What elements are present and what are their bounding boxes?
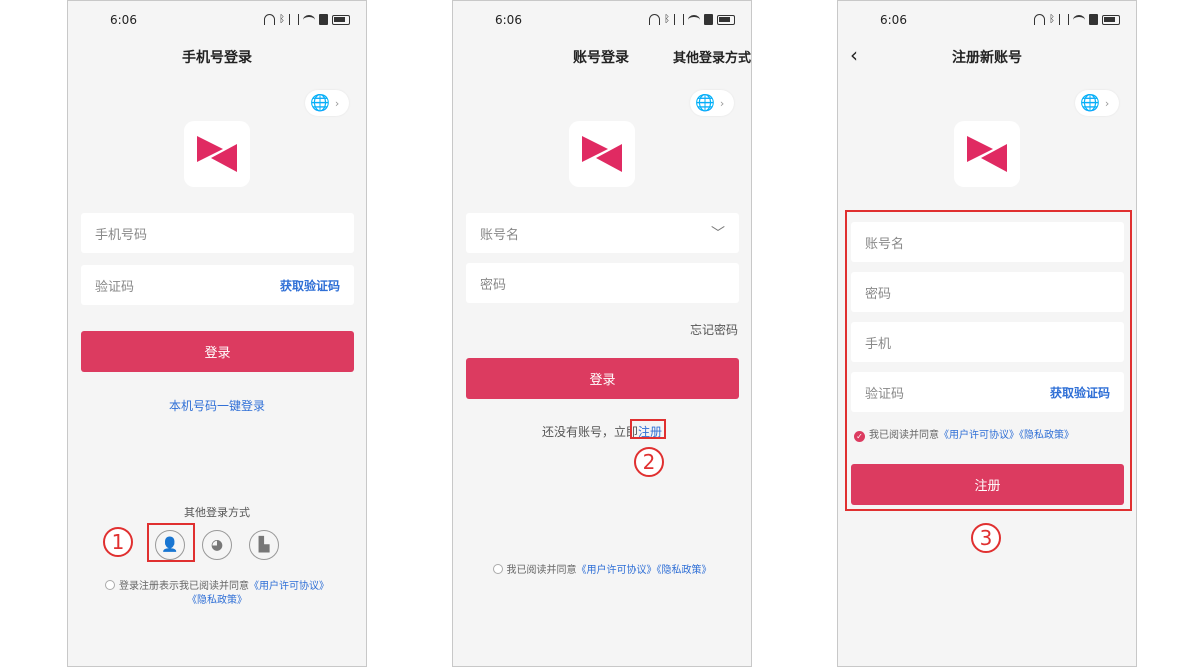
speed-icon [1034,14,1045,25]
globe-icon: 🌐 [310,93,330,112]
logo-mark-icon [967,136,1007,172]
wifi-icon [303,14,315,25]
speed-icon [649,14,660,25]
chevron-down-icon[interactable]: ﹀ [711,223,725,243]
wifi-icon [688,14,700,25]
login-button[interactable]: 登录 [466,358,739,399]
user-agreement-link[interactable]: 《用户许可协议》 [249,581,329,592]
language-button[interactable]: 🌐 › [1075,90,1119,116]
login-button[interactable]: 登录 [81,331,354,372]
speed-icon [264,14,275,25]
status-time: 6:06 [880,13,907,27]
privacy-policy-link[interactable]: 《隐私政策》 [657,565,712,576]
building-icon[interactable]: ▙ [249,530,279,560]
wifi-icon [1073,14,1085,25]
alt-login-link[interactable]: 其他登录方式 [673,47,751,66]
phone-screen-mobile-login: 6:06 ᛒ 手机号登录 🌐 › 手机号码 验证码 获取验证码 登录 本机号码一… [67,0,367,667]
status-icons: ᛒ [264,14,350,25]
language-button[interactable]: 🌐 › [305,90,349,116]
status-bar: 6:06 ᛒ [68,11,366,31]
highlight-account-icon [147,523,195,562]
other-methods-label: 其他登录方式 [184,506,250,519]
step-marker-2: 2 [634,447,664,477]
chevron-right-icon: › [1104,96,1110,110]
chevron-right-icon: › [719,96,725,110]
no-account-row: 还没有账号，立即注册 [453,423,751,440]
status-time: 6:06 [110,13,137,27]
step-marker-3: 3 [971,523,1001,553]
agreement-prefix: 登录注册表示我已阅读并同意 [119,581,249,592]
logo-mark-icon [582,136,622,172]
vibrate-icon [289,14,299,25]
battery-icon [717,14,735,25]
status-bar: 6:06 ᛒ [838,11,1136,31]
status-icons: ᛒ [649,14,735,25]
bluetooth-icon: ᛒ [1049,14,1055,25]
battery-icon [332,14,350,25]
code-placeholder: 验证码 [95,279,135,295]
app-logo [954,121,1020,187]
agree-radio[interactable] [105,580,115,590]
language-button[interactable]: 🌐 › [690,90,734,116]
step-marker-1: 1 [103,527,133,557]
sim-icon [319,14,328,25]
phone-screen-account-login: 6:06 ᛒ 账号登录 其他登录方式 🌐 › 账号名 ﹀ 密码 忘记密码 登录 … [452,0,752,667]
battery-icon [1102,14,1120,25]
highlight-register-form [845,210,1132,511]
agree-radio[interactable] [492,564,503,574]
app-logo [569,121,635,187]
status-icons: ᛒ [1034,14,1120,25]
globe-icon: 🌐 [1080,93,1100,112]
account-input[interactable]: 账号名 ﹀ [466,213,739,253]
logo-mark-icon [197,136,237,172]
page-title: 注册新账号 [952,50,1022,66]
globe-icon: 🌐 [695,93,715,112]
sim-icon [1089,14,1098,25]
chevron-right-icon: › [334,96,340,110]
forgot-password-link[interactable]: 忘记密码 [690,321,738,338]
sim-icon [704,14,713,25]
status-bar: 6:06 ᛒ [453,11,751,31]
status-time: 6:06 [495,13,522,27]
agreement-row: 登录注册表示我已阅读并同意《用户许可协议》 《隐私政策》 [68,580,366,608]
bluetooth-icon: ᛒ [664,14,670,25]
password-placeholder: 密码 [480,277,507,293]
app-logo [184,121,250,187]
agreement-prefix: 我已阅读并同意 [506,565,577,576]
agreement-row: 我已阅读并同意《用户许可协议》《隐私政策》 [453,564,751,578]
page-title: 手机号登录 [182,50,252,66]
user-agreement-link[interactable]: 《用户许可协议》 [577,565,657,576]
password-input[interactable]: 密码 [466,263,739,303]
account-placeholder: 账号名 [480,227,520,243]
wechat-icon[interactable]: ◕ [202,530,232,560]
phone-input[interactable]: 手机号码 [81,213,354,253]
bluetooth-icon: ᛒ [279,14,285,25]
vibrate-icon [1059,14,1069,25]
code-input[interactable]: 验证码 获取验证码 [81,265,354,305]
get-code-button[interactable]: 获取验证码 [280,277,340,294]
phone-placeholder: 手机号码 [95,227,148,243]
privacy-policy-link[interactable]: 《隐私政策》 [187,595,247,606]
highlight-register-link [630,419,666,439]
vibrate-icon [674,14,684,25]
no-account-text: 还没有账号，立即 [541,425,638,439]
one-click-login-link[interactable]: 本机号码一键登录 [68,397,366,414]
